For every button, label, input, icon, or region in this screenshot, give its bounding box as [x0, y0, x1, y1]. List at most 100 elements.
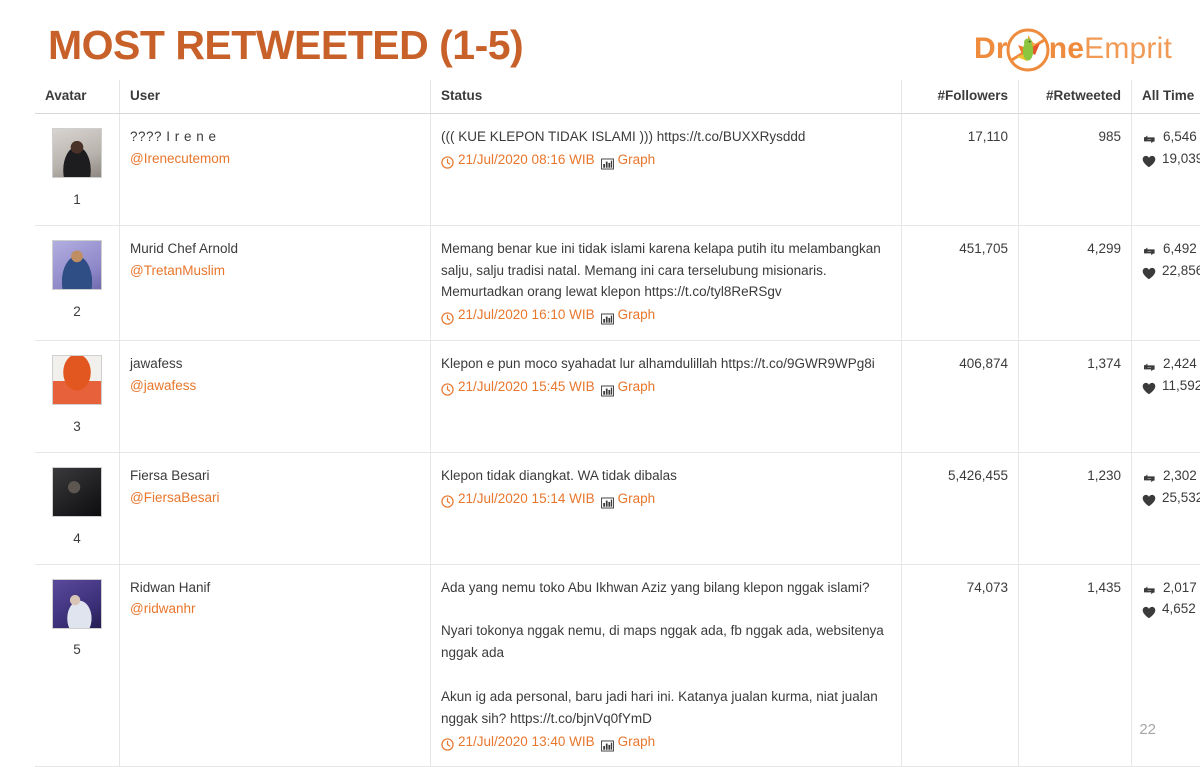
bar-chart-icon[interactable] — [601, 155, 614, 167]
status-text: Klepon tidak diangkat. WA tidak dibalas — [441, 465, 891, 487]
avatar-cell: 5 — [35, 564, 120, 767]
rank-number: 4 — [45, 528, 109, 550]
table-row: 1 ???? I r e n e @Irenecutemom ((( KUE K… — [35, 114, 1200, 226]
followers-cell: 451,705 — [902, 225, 1019, 340]
status-meta: 21/Jul/2020 15:14 WIB Graph — [441, 488, 891, 510]
user-cell: Murid Chef Arnold @TretanMuslim — [120, 225, 431, 340]
table-row: 5 Ridwan Hanif @ridwanhr Ada yang nemu t… — [35, 564, 1200, 767]
clock-icon — [441, 154, 454, 167]
rank-number: 3 — [45, 416, 109, 438]
all-time-cell: 6,546 19,039 — [1132, 114, 1200, 226]
bar-chart-icon[interactable] — [601, 310, 614, 322]
all-time-retweets-value: 6,492 — [1163, 238, 1197, 260]
rank-number: 1 — [45, 189, 109, 211]
graph-link[interactable]: Graph — [618, 149, 656, 171]
clock-icon — [441, 736, 454, 749]
all-time-likes: 19,039 — [1142, 148, 1200, 170]
most-retweeted-table: Avatar User Status #Followers #Retweeted… — [35, 80, 1200, 767]
user-handle-link[interactable]: @ridwanhr — [130, 598, 420, 620]
all-time-likes-value: 4,652 — [1162, 598, 1196, 620]
avatar-cell: 4 — [35, 452, 120, 564]
page-number: 22 — [1139, 721, 1156, 738]
status-meta: 21/Jul/2020 15:45 WIB Graph — [441, 376, 891, 398]
all-time-likes: 22,856 — [1142, 260, 1200, 282]
table-header: Avatar User Status #Followers #Retweeted… — [35, 80, 1200, 114]
slide-header: MOST RETWEETED (1-5) Dr ne Empr — [0, 0, 1200, 80]
graph-link[interactable]: Graph — [618, 488, 656, 510]
bar-chart-icon[interactable] — [601, 494, 614, 506]
heart-icon — [1142, 153, 1156, 166]
table-body: 1 ???? I r e n e @Irenecutemom ((( KUE K… — [35, 114, 1200, 767]
brand-text-prefix: Dr — [974, 32, 1008, 66]
retweet-icon — [1142, 470, 1157, 483]
column-header-status: Status — [431, 80, 902, 114]
retweeted-cell: 1,435 — [1019, 564, 1132, 767]
status-meta: 21/Jul/2020 13:40 WIB Graph — [441, 731, 891, 753]
user-handle-link[interactable]: @FiersaBesari — [130, 487, 420, 509]
rank-number: 2 — [45, 301, 109, 323]
followers-cell: 406,874 — [902, 341, 1019, 453]
clock-icon — [441, 381, 454, 394]
drone-bird-logo-icon — [1005, 27, 1051, 73]
status-cell: Klepon e pun moco syahadat lur alhamduli… — [431, 341, 902, 453]
status-meta: 21/Jul/2020 16:10 WIB Graph — [441, 304, 891, 326]
user-avatar-tretanmuslim-icon[interactable] — [52, 240, 102, 290]
clock-icon — [441, 493, 454, 506]
retweeted-cell: 985 — [1019, 114, 1132, 226]
all-time-likes: 25,532 — [1142, 487, 1200, 509]
all-time-likes-value: 11,592 — [1162, 375, 1200, 397]
table-row: 3 jawafess @jawafess Klepon e pun moco s… — [35, 341, 1200, 453]
all-time-cell: 2,424 11,592 — [1132, 341, 1200, 453]
user-avatar-fiersabesari-icon[interactable] — [52, 467, 102, 517]
graph-link[interactable]: Graph — [618, 376, 656, 398]
retweet-icon — [1142, 243, 1157, 256]
retweeted-cell: 4,299 — [1019, 225, 1132, 340]
user-cell: jawafess @jawafess — [120, 341, 431, 453]
bar-chart-icon[interactable] — [601, 737, 614, 749]
status-timestamp: 21/Jul/2020 08:16 WIB — [458, 149, 595, 171]
avatar-cell: 1 — [35, 114, 120, 226]
table-header-row: Avatar User Status #Followers #Retweeted… — [35, 80, 1200, 114]
rank-number: 5 — [45, 639, 109, 661]
avatar-cell: 3 — [35, 341, 120, 453]
all-time-retweets-value: 6,546 — [1163, 126, 1197, 148]
graph-link[interactable]: Graph — [618, 304, 656, 326]
graph-link[interactable]: Graph — [618, 731, 656, 753]
page-title: MOST RETWEETED (1-5) — [48, 22, 523, 69]
followers-cell: 17,110 — [902, 114, 1019, 226]
user-handle-link[interactable]: @jawafess — [130, 375, 420, 397]
all-time-retweets: 2,424 — [1142, 353, 1200, 375]
table-row: 4 Fiersa Besari @FiersaBesari Klepon tid… — [35, 452, 1200, 564]
table-row: 2 Murid Chef Arnold @TretanMuslim Memang… — [35, 225, 1200, 340]
heart-icon — [1142, 492, 1156, 505]
followers-cell: 74,073 — [902, 564, 1019, 767]
status-timestamp: 21/Jul/2020 16:10 WIB — [458, 304, 595, 326]
column-header-retweeted: #Retweeted — [1019, 80, 1132, 114]
heart-icon — [1142, 380, 1156, 393]
all-time-retweets-value: 2,017 — [1163, 577, 1197, 599]
user-cell: Ridwan Hanif @ridwanhr — [120, 564, 431, 767]
all-time-retweets: 6,492 — [1142, 238, 1200, 260]
status-timestamp: 21/Jul/2020 15:14 WIB — [458, 488, 595, 510]
user-handle-link[interactable]: @Irenecutemom — [130, 148, 420, 170]
column-header-followers: #Followers — [902, 80, 1019, 114]
status-text: ((( KUE KLEPON TIDAK ISLAMI ))) https://… — [441, 126, 891, 148]
status-cell: Klepon tidak diangkat. WA tidak dibalas … — [431, 452, 902, 564]
followers-cell: 5,426,455 — [902, 452, 1019, 564]
user-avatar-ridwanhr-icon[interactable] — [52, 579, 102, 629]
user-avatar-jawafess-icon[interactable] — [52, 355, 102, 405]
all-time-retweets-value: 2,424 — [1163, 353, 1197, 375]
user-cell: ???? I r e n e @Irenecutemom — [120, 114, 431, 226]
user-avatar-irene-icon[interactable] — [52, 128, 102, 178]
bar-chart-icon[interactable] — [601, 382, 614, 394]
brand-text-middle: ne — [1049, 32, 1084, 66]
status-text: Memang benar kue ini tidak islami karena… — [441, 238, 891, 304]
retweet-icon — [1142, 582, 1157, 595]
all-time-likes-value: 19,039 — [1162, 148, 1200, 170]
user-handle-link[interactable]: @TretanMuslim — [130, 260, 420, 282]
user-display-name: jawafess — [130, 353, 420, 375]
all-time-cell: 2,302 25,532 — [1132, 452, 1200, 564]
retweet-icon — [1142, 359, 1157, 372]
retweeted-cell: 1,230 — [1019, 452, 1132, 564]
heart-icon — [1142, 604, 1156, 617]
